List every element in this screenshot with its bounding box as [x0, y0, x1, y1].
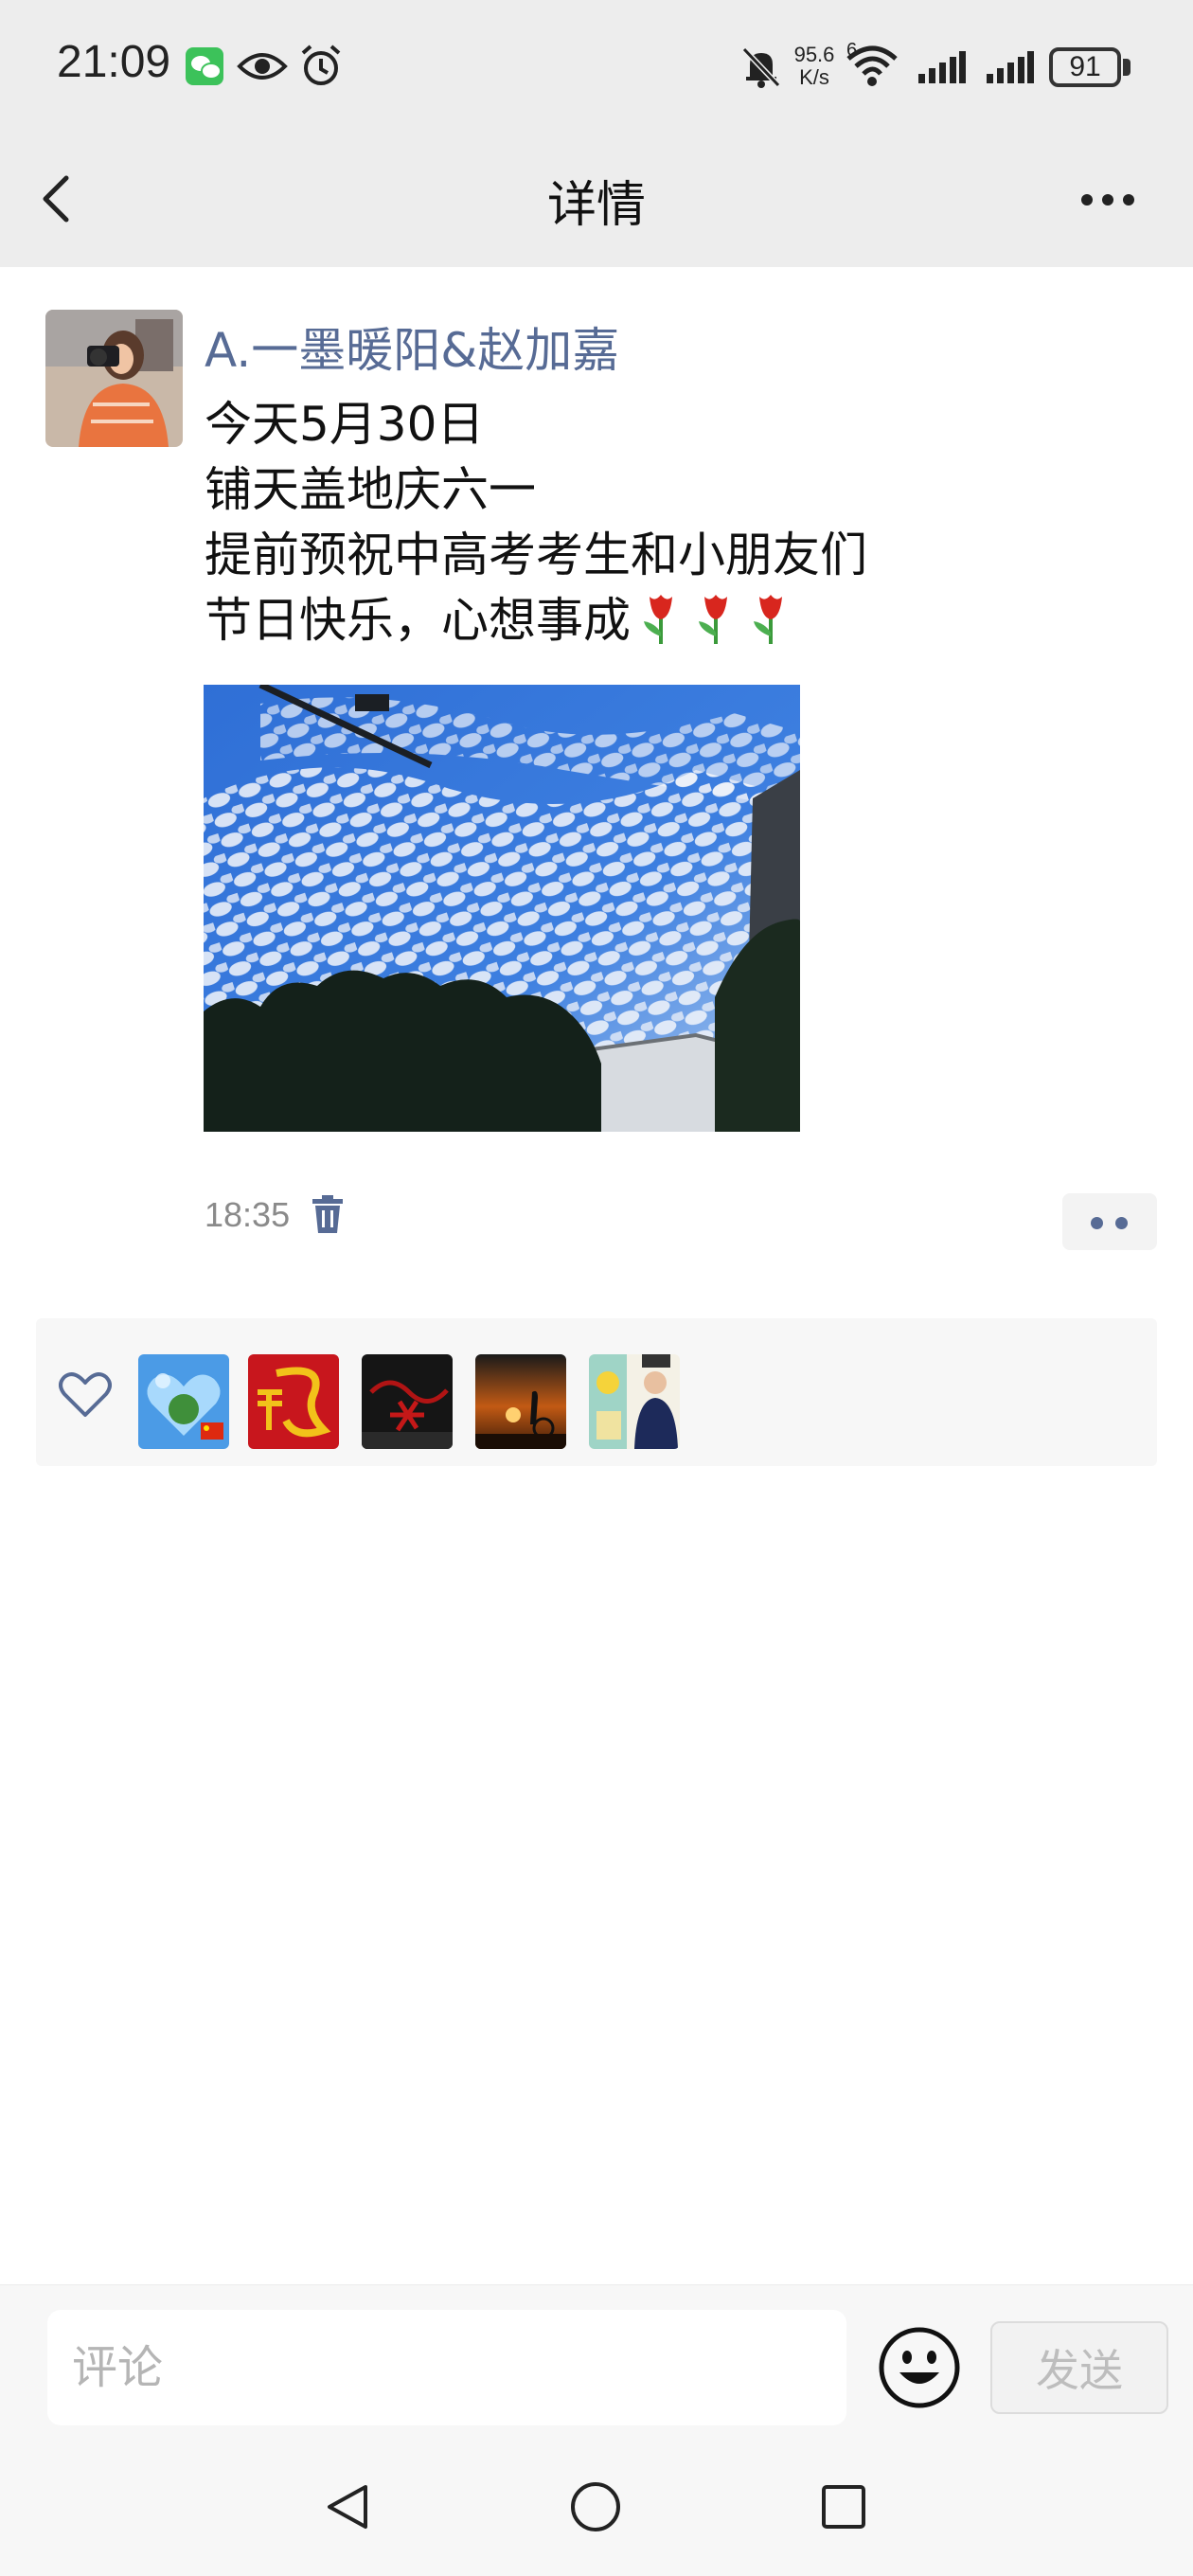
net-speed-value: 95.6: [793, 43, 835, 66]
post-line: 今天5月30日: [205, 397, 485, 452]
post-line: 提前预祝中高考考生和小朋友们: [205, 528, 867, 582]
net-speed: 95.6 K/s: [786, 44, 843, 89]
more-actions-icon: [1091, 1217, 1103, 1229]
post-line-with-emoji: 节日快乐，心想事成: [205, 588, 1151, 653]
liker-avatar[interactable]: [589, 1354, 680, 1449]
battery-icon: 91: [1049, 47, 1121, 87]
wechat-icon: [186, 47, 223, 85]
comment-input[interactable]: [47, 2310, 846, 2425]
send-button[interactable]: 发送: [990, 2321, 1168, 2414]
comment-bar: 发送: [0, 2284, 1193, 2436]
battery-level: 91: [1069, 51, 1101, 82]
post-text: 今天5月30日 铺天盖地庆六一 提前预祝中高考考生和小朋友们 节日快乐，心想事成: [205, 392, 1151, 653]
post-time: 18:35: [205, 1195, 291, 1234]
signal-icon: [918, 51, 966, 83]
post-photo[interactable]: [204, 685, 800, 1132]
status-bar: 21:09 95.6 K/s 6 91: [0, 0, 1193, 133]
nav-home-button[interactable]: [562, 2474, 629, 2540]
net-speed-unit: K/s: [799, 65, 829, 89]
post-line: 铺天盖地庆六一: [205, 462, 536, 517]
nav-back-button[interactable]: [314, 2474, 381, 2540]
alarm-icon: [301, 45, 341, 85]
likes-panel: [36, 1318, 1157, 1466]
post-line: 节日快乐，心想事成: [205, 593, 631, 648]
header: 详情: [0, 133, 1193, 267]
tulip-icon: [754, 595, 782, 644]
system-nav-bar: [0, 2436, 1193, 2576]
status-time: 21:09: [57, 37, 171, 87]
liker-avatar[interactable]: [138, 1354, 229, 1449]
emoji-button[interactable]: [877, 2325, 962, 2410]
signal-icon: [987, 51, 1034, 83]
nav-recents-button[interactable]: [810, 2474, 877, 2540]
home-circle-icon: [571, 2482, 620, 2531]
page-title: 详情: [546, 177, 646, 234]
liker-avatar[interactable]: [475, 1354, 566, 1449]
more-icon: [1081, 194, 1093, 206]
liker-avatar[interactable]: [362, 1354, 453, 1449]
back-triangle-icon: [328, 2485, 367, 2529]
delete-icon: [312, 1195, 343, 1233]
recents-square-icon: [822, 2485, 865, 2529]
tulip-icon: [699, 595, 727, 644]
author-avatar[interactable]: [45, 310, 183, 447]
delete-button[interactable]: [311, 1195, 345, 1235]
eye-icon: [237, 53, 288, 80]
wifi-label: 6: [846, 40, 858, 61]
heart-icon: [59, 1372, 112, 1417]
author-name[interactable]: A.一墨暖阳&赵加嘉: [205, 313, 619, 381]
mute-icon: [741, 46, 781, 88]
emoji-icon: [879, 2327, 960, 2408]
liker-avatar[interactable]: [248, 1354, 339, 1449]
more-actions-button[interactable]: [1062, 1193, 1157, 1250]
more-button[interactable]: [1070, 165, 1146, 231]
battery-tip: [1123, 59, 1131, 76]
tulip-icon: [644, 595, 672, 644]
